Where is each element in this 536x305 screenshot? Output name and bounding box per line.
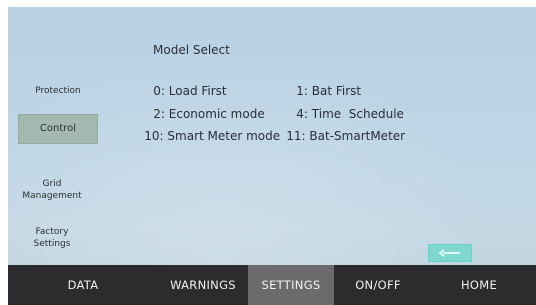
- back-button[interactable]: [428, 244, 472, 262]
- tab-warnings[interactable]: WARNINGS: [158, 265, 248, 305]
- sidebar-item-protection[interactable]: Protection: [18, 73, 98, 97]
- sidebar-item-label: Protection: [35, 86, 81, 96]
- mode-label: Smart Meter mode: [167, 129, 281, 143]
- mode-code: 10:: [144, 129, 164, 143]
- page-title: Model Select: [153, 43, 230, 57]
- sidebar-item-label: Factory Settings: [33, 227, 71, 249]
- arrow-left-icon: [439, 249, 461, 257]
- mode-option-11[interactable]: 11: Bat-SmartMeter: [271, 115, 405, 157]
- sidebar: Protection Control Grid Management Facto…: [8, 7, 116, 265]
- mode-code: 11:: [286, 129, 306, 143]
- settings-screen: Protection Control Grid Management Facto…: [8, 7, 536, 305]
- sidebar-item-grid-management[interactable]: Grid Management: [12, 166, 92, 202]
- tab-data[interactable]: DATA: [8, 265, 158, 305]
- mode-option-10[interactable]: 10: Smart Meter mode: [129, 115, 280, 157]
- bottom-nav: DATA WARNINGS SETTINGS ON/OFF HOME: [8, 265, 536, 305]
- sidebar-item-label: Control: [39, 123, 77, 134]
- sidebar-item-factory-settings[interactable]: Factory Settings: [12, 214, 92, 250]
- tab-home[interactable]: HOME: [422, 265, 536, 305]
- sidebar-item-label: Grid Management: [22, 179, 82, 201]
- tab-settings[interactable]: SETTINGS: [248, 265, 334, 305]
- mode-label: Bat-SmartMeter: [309, 129, 406, 143]
- tab-on-off[interactable]: ON/OFF: [334, 265, 422, 305]
- sidebar-item-control[interactable]: Control: [18, 114, 98, 144]
